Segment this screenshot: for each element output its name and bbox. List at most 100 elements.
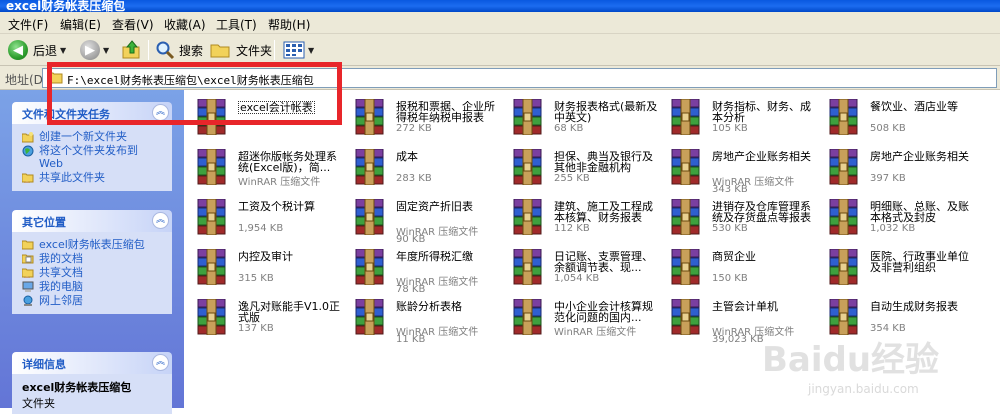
file-name: 财务指标、财务、成本分析: [712, 101, 811, 123]
other-places-header[interactable]: 其它位置 ︽: [12, 210, 172, 232]
file-item[interactable]: 成本 283 KB: [342, 146, 500, 192]
file-size: 112 KB: [554, 223, 590, 234]
file-size: 105 KB: [712, 123, 748, 134]
file-item[interactable]: 房地产企业账务相关 WinRAR 压缩文件 343 KB: [658, 146, 816, 195]
details-title: 详细信息: [22, 358, 66, 371]
shared-documents-icon: [22, 268, 34, 278]
task-publish-web[interactable]: 将这个文件夹发布到 Web: [22, 144, 164, 170]
new-folder-icon: [22, 132, 34, 143]
winrar-archive-icon: [827, 248, 860, 286]
file-size: 11 KB: [396, 334, 426, 345]
menu-help[interactable]: 帮助(H): [264, 15, 314, 34]
file-item[interactable]: 年度所得税汇缴 WinRAR 压缩文件 78 KB: [342, 246, 500, 295]
file-item[interactable]: 内控及审计 315 KB: [184, 246, 342, 292]
file-size: 397 KB: [870, 173, 906, 184]
place-label: excel财务帐表压缩包: [39, 238, 145, 251]
file-item[interactable]: 担保、典当及银行及其他非金融机构 255 KB: [500, 146, 658, 192]
task-label: 创建一个新文件夹: [39, 130, 127, 143]
place-my-documents[interactable]: 我的文档: [22, 252, 164, 265]
file-size: 1,032 KB: [870, 223, 916, 234]
toolbar-separator: [148, 40, 149, 60]
file-name: 超迷你版帐务处理系统(Excel版)，简...: [238, 151, 337, 173]
window-title: excel财务帐表压缩包: [6, 0, 126, 12]
file-item[interactable]: 中小企业会计核算规范化问题的国内... WinRAR 压缩文件: [500, 296, 658, 342]
menu-favorites[interactable]: 收藏(A): [160, 15, 210, 34]
file-size: 255 KB: [554, 173, 590, 184]
task-pane: 文件和文件夹任务 ︽ 创建一个新文件夹 将这个文件夹发布到 Web 共享此文件夹…: [0, 90, 184, 414]
winrar-archive-icon: [827, 148, 860, 186]
file-size: 68 KB: [554, 123, 584, 134]
file-name: 报税和票据、企业所得税年纳税申报表: [396, 101, 495, 123]
file-item[interactable]: 固定资产折旧表 WinRAR 压缩文件 90 KB: [342, 196, 500, 245]
file-item[interactable]: 财务指标、财务、成本分析 105 KB: [658, 96, 816, 142]
folders-button[interactable]: 文件夹: [210, 38, 272, 62]
file-name: 逸凡对账能手V1.0正式版: [238, 301, 341, 323]
views-grid-icon: [283, 41, 305, 59]
place-label: 网上邻居: [39, 294, 83, 307]
file-name: 房地产企业账务相关: [712, 151, 811, 162]
search-button[interactable]: 搜索: [155, 38, 203, 62]
winrar-archive-icon: [511, 248, 544, 286]
file-item[interactable]: 医院、行政事业单位及非营利组织: [816, 246, 974, 292]
winrar-archive-icon: [195, 148, 228, 186]
file-item[interactable]: 进销存及仓库管理系统及存货盘点等报表 530 KB: [658, 196, 816, 242]
winrar-archive-icon: [669, 198, 702, 236]
file-item[interactable]: 明细账、总账、及账本格式及封皮 1,032 KB: [816, 196, 974, 242]
menu-view[interactable]: 查看(V): [108, 15, 158, 34]
file-name: 内控及审计: [238, 251, 293, 262]
globe-icon: [22, 145, 34, 157]
file-size: 315 KB: [238, 273, 274, 284]
winrar-archive-icon: [511, 198, 544, 236]
watermark-text: Baidu经验: [762, 340, 940, 380]
menu-tools[interactable]: 工具(T): [212, 15, 261, 34]
file-name: 财务报表格式(最新及中英文): [554, 101, 658, 123]
file-item[interactable]: 房地产企业账务相关 397 KB: [816, 146, 974, 192]
collapse-icon[interactable]: ︽: [152, 212, 169, 229]
file-item[interactable]: 商贸企业 150 KB: [658, 246, 816, 292]
file-name: 餐饮业、酒店业等: [870, 101, 958, 112]
highlight-annotation: [47, 62, 342, 125]
winrar-archive-icon: [669, 298, 702, 336]
forward-button[interactable]: ▶ ▼: [80, 38, 109, 62]
file-type: WinRAR 压缩文件: [238, 177, 321, 188]
details-header[interactable]: 详细信息 ︽: [12, 352, 172, 374]
file-item[interactable]: 餐饮业、酒店业等 508 KB: [816, 96, 974, 142]
computer-icon: [22, 281, 34, 292]
search-icon: [156, 41, 175, 60]
collapse-icon[interactable]: ︽: [152, 354, 169, 371]
back-button[interactable]: ◀ 后退 ▼: [8, 38, 66, 62]
task-label: 将这个文件夹发布到 Web: [39, 144, 138, 170]
toolbar-separator: [274, 40, 275, 60]
file-name: 日记账、支票管理、余额调节表、现...: [554, 251, 653, 273]
file-size: 343 KB: [712, 184, 748, 195]
file-item[interactable]: 工资及个税计算 1,954 KB: [184, 196, 342, 242]
place-label: 我的文档: [39, 252, 83, 265]
views-button[interactable]: ▼: [283, 38, 314, 62]
file-item[interactable]: 账龄分析表格 WinRAR 压缩文件 11 KB: [342, 296, 500, 345]
up-folder-button[interactable]: [121, 38, 143, 62]
file-item[interactable]: 日记账、支票管理、余额调节表、现... 1,054 KB: [500, 246, 658, 292]
task-share-folder[interactable]: 共享此文件夹: [22, 171, 164, 184]
task-new-folder[interactable]: 创建一个新文件夹: [22, 130, 164, 143]
file-name: 主管会计单机: [712, 301, 778, 312]
folder-tree-icon: [210, 44, 230, 58]
file-name: 房地产企业账务相关: [870, 151, 969, 162]
file-item[interactable]: 报税和票据、企业所得税年纳税申报表 272 KB: [342, 96, 500, 142]
place-shared-documents[interactable]: 共享文档: [22, 266, 164, 279]
file-item[interactable]: 财务报表格式(最新及中英文) 68 KB: [500, 96, 658, 142]
winrar-archive-icon: [195, 298, 228, 336]
file-name: 中小企业会计核算规范化问题的国内...: [554, 301, 653, 323]
file-size: 272 KB: [396, 123, 432, 134]
place-network[interactable]: 网上邻居: [22, 294, 164, 307]
file-item[interactable]: 超迷你版帐务处理系统(Excel版)，简... WinRAR 压缩文件: [184, 146, 342, 192]
place-parent-folder[interactable]: excel财务帐表压缩包: [22, 238, 164, 251]
winrar-archive-icon: [353, 198, 386, 236]
menu-edit[interactable]: 编辑(E): [56, 15, 105, 34]
menu-file[interactable]: 文件(F): [4, 15, 52, 34]
winrar-archive-icon: [353, 248, 386, 286]
winrar-archive-icon: [511, 298, 544, 336]
place-my-computer[interactable]: 我的电脑: [22, 280, 164, 293]
file-item[interactable]: 逸凡对账能手V1.0正式版 137 KB: [184, 296, 342, 342]
file-item[interactable]: 建筑、施工及工程成本核算、财务报表 112 KB: [500, 196, 658, 242]
file-name: 医院、行政事业单位及非营利组织: [870, 251, 969, 273]
